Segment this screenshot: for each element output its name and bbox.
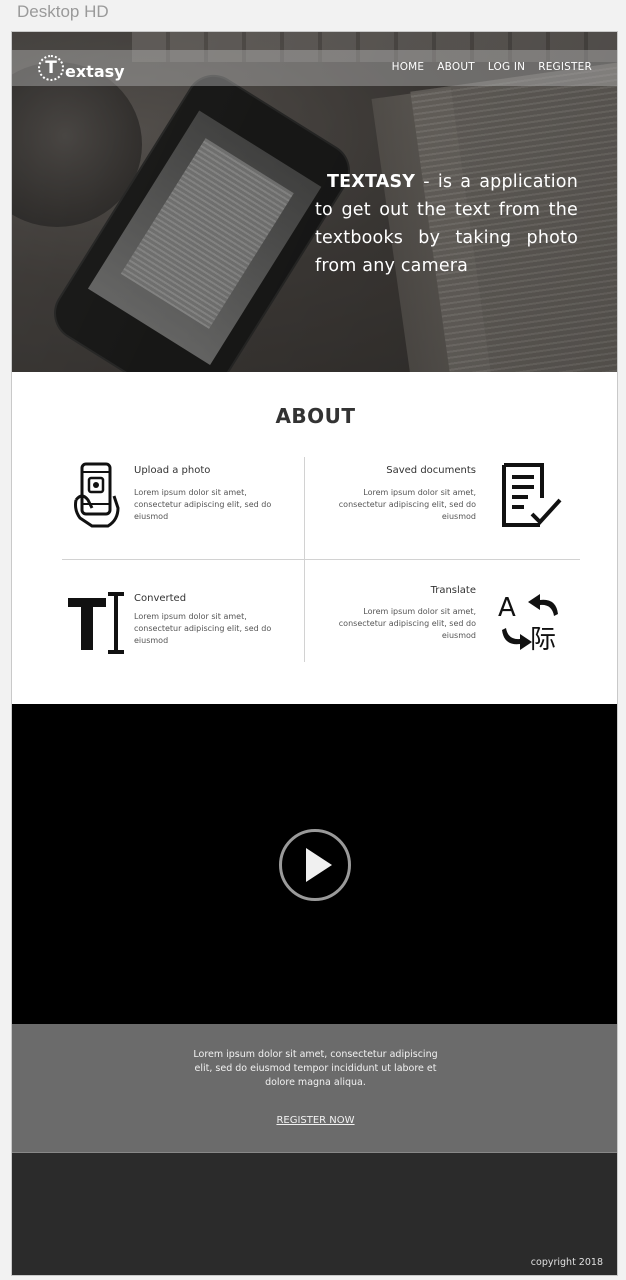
cta-section: Lorem ipsum dolor sit amet, consectetur … <box>12 1024 617 1152</box>
feature-title: Translate <box>430 585 476 596</box>
feature-upload-photo: Upload a photo Lorem ipsum dolor sit ame… <box>134 465 274 523</box>
feature-title: Converted <box>134 593 187 604</box>
main-nav: HOME ABOUT LOG IN REGISTER <box>392 61 592 73</box>
play-icon[interactable] <box>279 829 351 901</box>
artboard: T extasy HOME ABOUT LOG IN REGISTER TEXT… <box>11 31 618 1276</box>
logo-text: extasy <box>65 61 125 81</box>
footer: copyright 2018 <box>12 1152 617 1275</box>
feature-converted: Converted Lorem ipsum dolor sit amet, co… <box>134 593 274 647</box>
nav-home[interactable]: HOME <box>392 61 425 73</box>
feature-description: Lorem ipsum dolor sit amet, consectetur … <box>338 607 476 640</box>
register-now-link[interactable]: REGISTER NOW <box>12 1115 617 1126</box>
nav-register[interactable]: REGISTER <box>538 61 592 73</box>
translate-cjk-glyph: 际 <box>530 625 556 655</box>
copyright-text: copyright 2018 <box>530 1257 603 1268</box>
logo[interactable]: T extasy <box>38 54 125 82</box>
feature-description: Lorem ipsum dolor sit amet, consectetur … <box>134 488 272 521</box>
about-divider-horizontal <box>62 559 580 560</box>
nav-login[interactable]: LOG IN <box>488 61 525 73</box>
document-check-icon <box>502 463 562 527</box>
hero-brand: TEXTASY <box>327 172 416 192</box>
cta-text: Lorem ipsum dolor sit amet, consectetur … <box>193 1049 438 1088</box>
navbar: T extasy HOME ABOUT LOG IN REGISTER <box>12 50 617 86</box>
hero-tagline: TEXTASY - is a application to get out th… <box>315 168 578 280</box>
feature-translate: Translate Lorem ipsum dolor sit amet, co… <box>336 585 476 642</box>
feature-description: Lorem ipsum dolor sit amet, consectetur … <box>134 612 272 645</box>
feature-saved-documents: Saved documents Lorem ipsum dolor sit am… <box>336 465 476 523</box>
artboard-label: Desktop HD <box>17 2 109 21</box>
text-cursor-icon <box>68 592 124 654</box>
hero-section: T extasy HOME ABOUT LOG IN REGISTER TEXT… <box>12 32 617 372</box>
feature-description: Lorem ipsum dolor sit amet, consectetur … <box>338 488 476 521</box>
about-title: ABOUT <box>275 404 356 428</box>
feature-title: Upload a photo <box>134 465 211 476</box>
phone-hand-icon <box>74 462 120 528</box>
feature-title: Saved documents <box>386 465 476 476</box>
video-section[interactable] <box>12 704 617 1024</box>
logo-mark: T <box>38 55 64 81</box>
translate-latin-glyph: A <box>498 593 516 623</box>
translate-icon: A 际 <box>498 593 558 655</box>
nav-about[interactable]: ABOUT <box>437 61 475 73</box>
